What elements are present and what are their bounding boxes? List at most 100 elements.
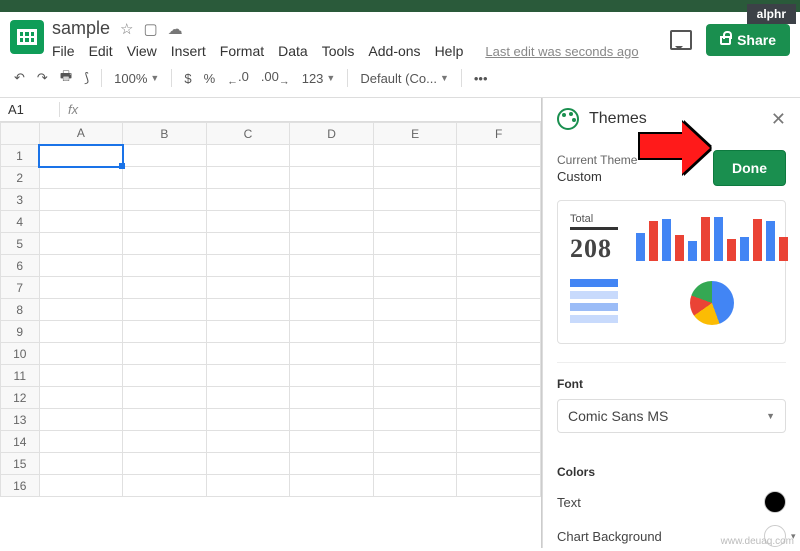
cell[interactable] bbox=[123, 365, 207, 387]
row-header[interactable]: 13 bbox=[1, 409, 40, 431]
cell[interactable] bbox=[206, 145, 290, 167]
cell[interactable] bbox=[39, 409, 123, 431]
cell[interactable] bbox=[457, 299, 541, 321]
cell[interactable] bbox=[206, 431, 290, 453]
cloud-icon[interactable]: ☁ bbox=[168, 20, 183, 38]
cell[interactable] bbox=[457, 343, 541, 365]
cell[interactable] bbox=[290, 189, 374, 211]
cell[interactable] bbox=[206, 321, 290, 343]
row-header[interactable]: 12 bbox=[1, 387, 40, 409]
cell[interactable] bbox=[39, 453, 123, 475]
cell[interactable] bbox=[39, 277, 123, 299]
row-header[interactable]: 5 bbox=[1, 233, 40, 255]
cell[interactable] bbox=[457, 255, 541, 277]
cell[interactable] bbox=[39, 365, 123, 387]
col-header[interactable]: C bbox=[206, 123, 290, 145]
more-toolbar-icon[interactable]: ••• bbox=[470, 69, 492, 88]
cell[interactable] bbox=[457, 277, 541, 299]
cell[interactable] bbox=[290, 233, 374, 255]
cell[interactable] bbox=[206, 189, 290, 211]
cell[interactable] bbox=[457, 475, 541, 497]
increase-decimal-button[interactable]: .00→ bbox=[257, 67, 294, 90]
col-header[interactable]: E bbox=[373, 123, 457, 145]
share-button[interactable]: Share bbox=[706, 24, 790, 56]
row-header[interactable]: 2 bbox=[1, 167, 40, 189]
cell[interactable] bbox=[290, 387, 374, 409]
cell[interactable] bbox=[373, 387, 457, 409]
sheets-logo[interactable] bbox=[10, 20, 44, 54]
cell[interactable] bbox=[206, 233, 290, 255]
row-header[interactable]: 6 bbox=[1, 255, 40, 277]
row-header[interactable]: 16 bbox=[1, 475, 40, 497]
cell[interactable] bbox=[373, 409, 457, 431]
cell[interactable] bbox=[206, 475, 290, 497]
cell[interactable] bbox=[373, 453, 457, 475]
cell[interactable] bbox=[373, 431, 457, 453]
cell[interactable] bbox=[457, 365, 541, 387]
name-box[interactable]: A1 bbox=[0, 102, 60, 117]
last-edit-link[interactable]: Last edit was seconds ago bbox=[485, 44, 638, 59]
currency-button[interactable]: $ bbox=[180, 69, 195, 88]
cell[interactable] bbox=[290, 167, 374, 189]
cell[interactable] bbox=[39, 299, 123, 321]
cell[interactable] bbox=[206, 387, 290, 409]
cell[interactable] bbox=[206, 299, 290, 321]
print-icon[interactable]: 🖶 bbox=[56, 65, 76, 91]
cell[interactable] bbox=[290, 409, 374, 431]
cell[interactable] bbox=[39, 233, 123, 255]
menu-insert[interactable]: Insert bbox=[171, 43, 206, 59]
cell[interactable] bbox=[123, 387, 207, 409]
menu-data[interactable]: Data bbox=[278, 43, 308, 59]
cell[interactable] bbox=[39, 189, 123, 211]
row-header[interactable]: 8 bbox=[1, 299, 40, 321]
cell[interactable] bbox=[373, 343, 457, 365]
doc-title[interactable]: sample bbox=[52, 18, 110, 39]
cell[interactable] bbox=[290, 255, 374, 277]
cell[interactable] bbox=[123, 343, 207, 365]
cell[interactable] bbox=[123, 299, 207, 321]
row-header[interactable]: 1 bbox=[1, 145, 40, 167]
cell[interactable] bbox=[373, 233, 457, 255]
col-header[interactable]: A bbox=[39, 123, 123, 145]
col-header[interactable]: D bbox=[290, 123, 374, 145]
col-header[interactable]: F bbox=[457, 123, 541, 145]
done-button[interactable]: Done bbox=[713, 150, 786, 186]
cell[interactable] bbox=[373, 167, 457, 189]
star-icon[interactable]: ☆ bbox=[120, 20, 133, 38]
row-header[interactable]: 4 bbox=[1, 211, 40, 233]
cell[interactable] bbox=[206, 255, 290, 277]
cell[interactable] bbox=[39, 321, 123, 343]
cell[interactable] bbox=[39, 387, 123, 409]
cell[interactable] bbox=[290, 211, 374, 233]
cell[interactable] bbox=[373, 365, 457, 387]
menu-format[interactable]: Format bbox=[220, 43, 264, 59]
cell[interactable] bbox=[123, 277, 207, 299]
cell[interactable] bbox=[373, 321, 457, 343]
undo-icon[interactable]: ↶ bbox=[10, 68, 29, 88]
menu-view[interactable]: View bbox=[127, 43, 157, 59]
cell[interactable] bbox=[457, 145, 541, 167]
cell[interactable] bbox=[123, 211, 207, 233]
font-select[interactable]: Default (Co...▼ bbox=[356, 69, 453, 88]
cell[interactable] bbox=[39, 475, 123, 497]
close-icon[interactable]: ✕ bbox=[771, 109, 786, 130]
font-dropdown[interactable]: Comic Sans MS▼ bbox=[557, 399, 786, 433]
cell[interactable] bbox=[457, 431, 541, 453]
cell[interactable] bbox=[39, 255, 123, 277]
menu-tools[interactable]: Tools bbox=[322, 43, 355, 59]
decrease-decimal-button[interactable]: ←.0 bbox=[223, 67, 253, 90]
cell[interactable] bbox=[457, 453, 541, 475]
move-icon[interactable]: ▢ bbox=[143, 20, 157, 38]
cell[interactable] bbox=[290, 277, 374, 299]
cell[interactable] bbox=[123, 167, 207, 189]
cell[interactable] bbox=[373, 277, 457, 299]
row-header[interactable]: 7 bbox=[1, 277, 40, 299]
cell[interactable] bbox=[206, 365, 290, 387]
cell[interactable] bbox=[206, 277, 290, 299]
cell[interactable] bbox=[123, 233, 207, 255]
comments-icon[interactable] bbox=[670, 30, 692, 50]
cell[interactable] bbox=[206, 453, 290, 475]
menu-addons[interactable]: Add-ons bbox=[368, 43, 420, 59]
row-header[interactable]: 14 bbox=[1, 431, 40, 453]
cell[interactable] bbox=[290, 431, 374, 453]
